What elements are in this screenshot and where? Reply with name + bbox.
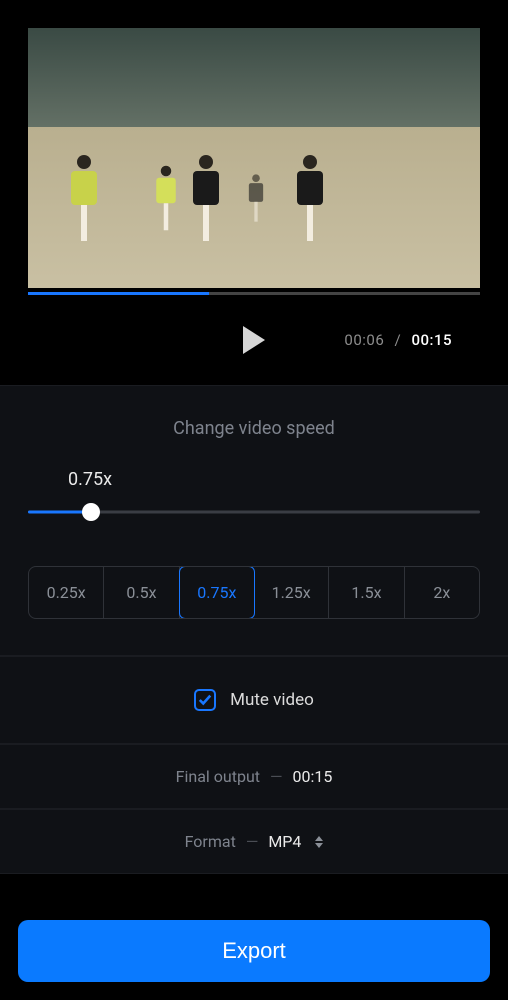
speed-slider[interactable]	[28, 500, 480, 524]
video-preview[interactable]	[28, 28, 480, 288]
export-button[interactable]: Export	[18, 920, 490, 982]
speed-slider-thumb[interactable]	[82, 503, 100, 521]
speed-title: Change video speed	[0, 386, 508, 469]
speed-current-label: 0.75x	[68, 469, 480, 490]
check-icon	[198, 693, 212, 707]
speed-panel: Change video speed 0.75x 0.25x0.5x0.75x1…	[0, 385, 508, 656]
speed-preset-1-25x[interactable]: 1.25x	[254, 567, 329, 618]
time-separator: /	[395, 331, 402, 349]
format-row: Format — MP4	[0, 809, 508, 874]
duration: 00:15	[411, 331, 452, 349]
timecode: 00:06 / 00:15	[344, 331, 452, 349]
speed-preset-2x[interactable]: 2x	[405, 567, 479, 618]
mute-checkbox[interactable]	[194, 689, 216, 711]
format-label: Format	[185, 832, 236, 851]
speed-preset-0-25x[interactable]: 0.25x	[29, 567, 104, 618]
chevron-down-icon[interactable]	[315, 843, 323, 848]
speed-presets: 0.25x0.5x0.75x1.25x1.5x2x	[28, 566, 480, 619]
mute-row: Mute video	[0, 656, 508, 744]
format-value: MP4	[268, 832, 301, 851]
play-icon[interactable]	[243, 326, 265, 354]
final-output-value: 00:15	[293, 767, 333, 786]
video-area: 00:06 / 00:15	[0, 0, 508, 385]
final-output-label: Final output	[176, 767, 260, 786]
current-time: 00:06	[344, 331, 384, 349]
speed-preset-0-5x[interactable]: 0.5x	[104, 567, 179, 618]
final-output-row: Final output — 00:15	[0, 744, 508, 809]
chevron-up-icon[interactable]	[315, 836, 323, 841]
format-stepper[interactable]	[315, 836, 323, 848]
speed-preset-0-75x[interactable]: 0.75x	[179, 566, 255, 619]
speed-preset-1-5x[interactable]: 1.5x	[329, 567, 404, 618]
mute-label: Mute video	[230, 690, 314, 710]
